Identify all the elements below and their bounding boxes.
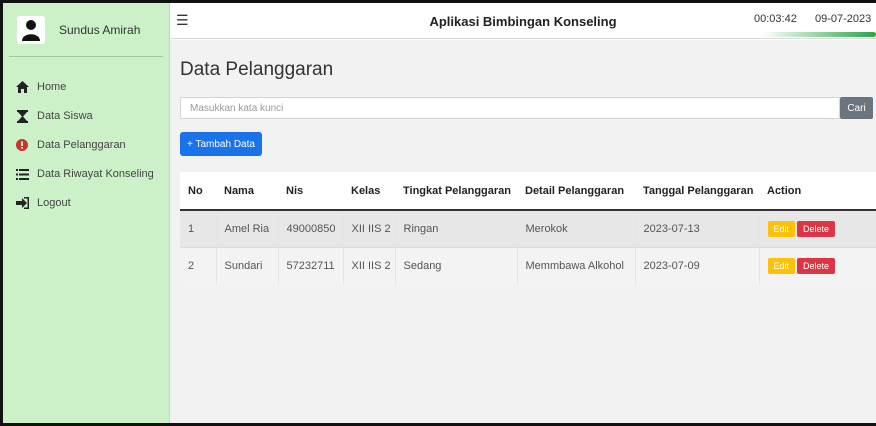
sidebar-item-label: Home bbox=[37, 81, 67, 93]
cell-nama: Amel Ria bbox=[216, 209, 279, 247]
main-content: Data Pelanggaran Cari + Tambah Data No N… bbox=[170, 40, 876, 423]
sidebar-item-logout[interactable]: Logout bbox=[3, 191, 169, 215]
user-name: Sundus Amirah bbox=[59, 22, 141, 37]
column-header-kelas: Kelas bbox=[343, 172, 395, 211]
cell-tanggal: 2023-07-13 bbox=[635, 209, 760, 247]
column-header-nis: Nis bbox=[278, 172, 343, 211]
delete-button[interactable]: Delete bbox=[797, 257, 836, 274]
sidebar-item-data-siswa[interactable]: Data Siswa bbox=[3, 104, 169, 128]
user-avatar-icon bbox=[17, 15, 45, 44]
sidebar-item-label: Data Pelanggaran bbox=[37, 139, 126, 151]
cell-no: 1 bbox=[180, 209, 217, 247]
column-header-nama: Nama bbox=[216, 172, 278, 211]
cell-detail: Merokok bbox=[517, 209, 636, 247]
delete-button[interactable]: Delete bbox=[797, 220, 836, 237]
sidebar-item-data-pelanggaran[interactable]: Data Pelanggaran bbox=[3, 133, 169, 157]
column-header-tanggal-pelanggaran: Tanggal Pelanggaran bbox=[635, 172, 759, 211]
cell-kelas: XII IIS 2 bbox=[343, 246, 396, 284]
sidebar-item-data-riwayat-konseling[interactable]: Data Riwayat Konseling bbox=[3, 162, 169, 186]
cell-detail: Memmbawa Alkohol bbox=[517, 246, 636, 284]
violations-table: No Nama Nis Kelas Tingkat Pelanggaran De… bbox=[180, 172, 876, 284]
column-header-no: No bbox=[180, 172, 216, 211]
column-header-detail-pelanggaran: Detail Pelanggaran bbox=[517, 172, 635, 211]
cell-nis: 49000850 bbox=[278, 209, 344, 247]
top-navbar: ☰ Aplikasi Bimbingan Konseling 00:03:42 … bbox=[170, 3, 876, 39]
cell-nama: Sundari bbox=[216, 246, 279, 284]
exclamation-icon bbox=[15, 138, 29, 152]
sidebar-item-home[interactable]: Home bbox=[3, 75, 169, 99]
column-header-tingkat-pelanggaran: Tingkat Pelanggaran bbox=[395, 172, 517, 211]
edit-button[interactable]: Edit bbox=[767, 220, 796, 237]
search-input[interactable] bbox=[180, 97, 840, 119]
header-accent-bar bbox=[762, 32, 876, 37]
cell-kelas: XII IIS 2 bbox=[343, 209, 396, 247]
sidebar: Sundus Amirah Home Data Siswa Data Pelan… bbox=[3, 3, 170, 423]
edit-button[interactable]: Edit bbox=[767, 257, 796, 274]
sidebar-item-label: Logout bbox=[37, 197, 71, 209]
add-data-button[interactable]: + Tambah Data bbox=[180, 132, 262, 156]
table-row: 1 Amel Ria 49000850 XII IIS 2 Ringan Mer… bbox=[180, 209, 876, 247]
sidebar-menu: Home Data Siswa Data Pelanggaran Data Ri… bbox=[3, 75, 169, 215]
clock-time: 00:03:42 bbox=[754, 13, 797, 25]
page-title: Data Pelanggaran bbox=[180, 59, 334, 80]
table-row: 2 Sundari 57232711 XII IIS 2 Sedang Memm… bbox=[180, 246, 876, 284]
sidebar-item-label: Data Riwayat Konseling bbox=[37, 168, 154, 180]
logout-icon bbox=[15, 196, 29, 210]
cell-no: 2 bbox=[180, 246, 217, 284]
cell-tingkat: Ringan bbox=[395, 209, 518, 247]
cell-tanggal: 2023-07-09 bbox=[635, 246, 760, 284]
home-icon bbox=[15, 80, 29, 94]
cell-action: Edit Delete bbox=[759, 209, 876, 247]
cell-action: Edit Delete bbox=[759, 246, 876, 284]
cell-tingkat: Sedang bbox=[395, 246, 518, 284]
search-button[interactable]: Cari bbox=[840, 97, 873, 119]
column-header-action: Action bbox=[759, 172, 876, 211]
hourglass-icon bbox=[15, 109, 29, 123]
sidebar-item-label: Data Siswa bbox=[37, 110, 93, 122]
current-date: 09-07-2023 bbox=[815, 13, 872, 25]
cell-nis: 57232711 bbox=[278, 246, 344, 284]
user-profile: Sundus Amirah bbox=[9, 3, 163, 57]
table-header-row: No Nama Nis Kelas Tingkat Pelanggaran De… bbox=[180, 172, 876, 211]
list-icon bbox=[15, 167, 29, 181]
